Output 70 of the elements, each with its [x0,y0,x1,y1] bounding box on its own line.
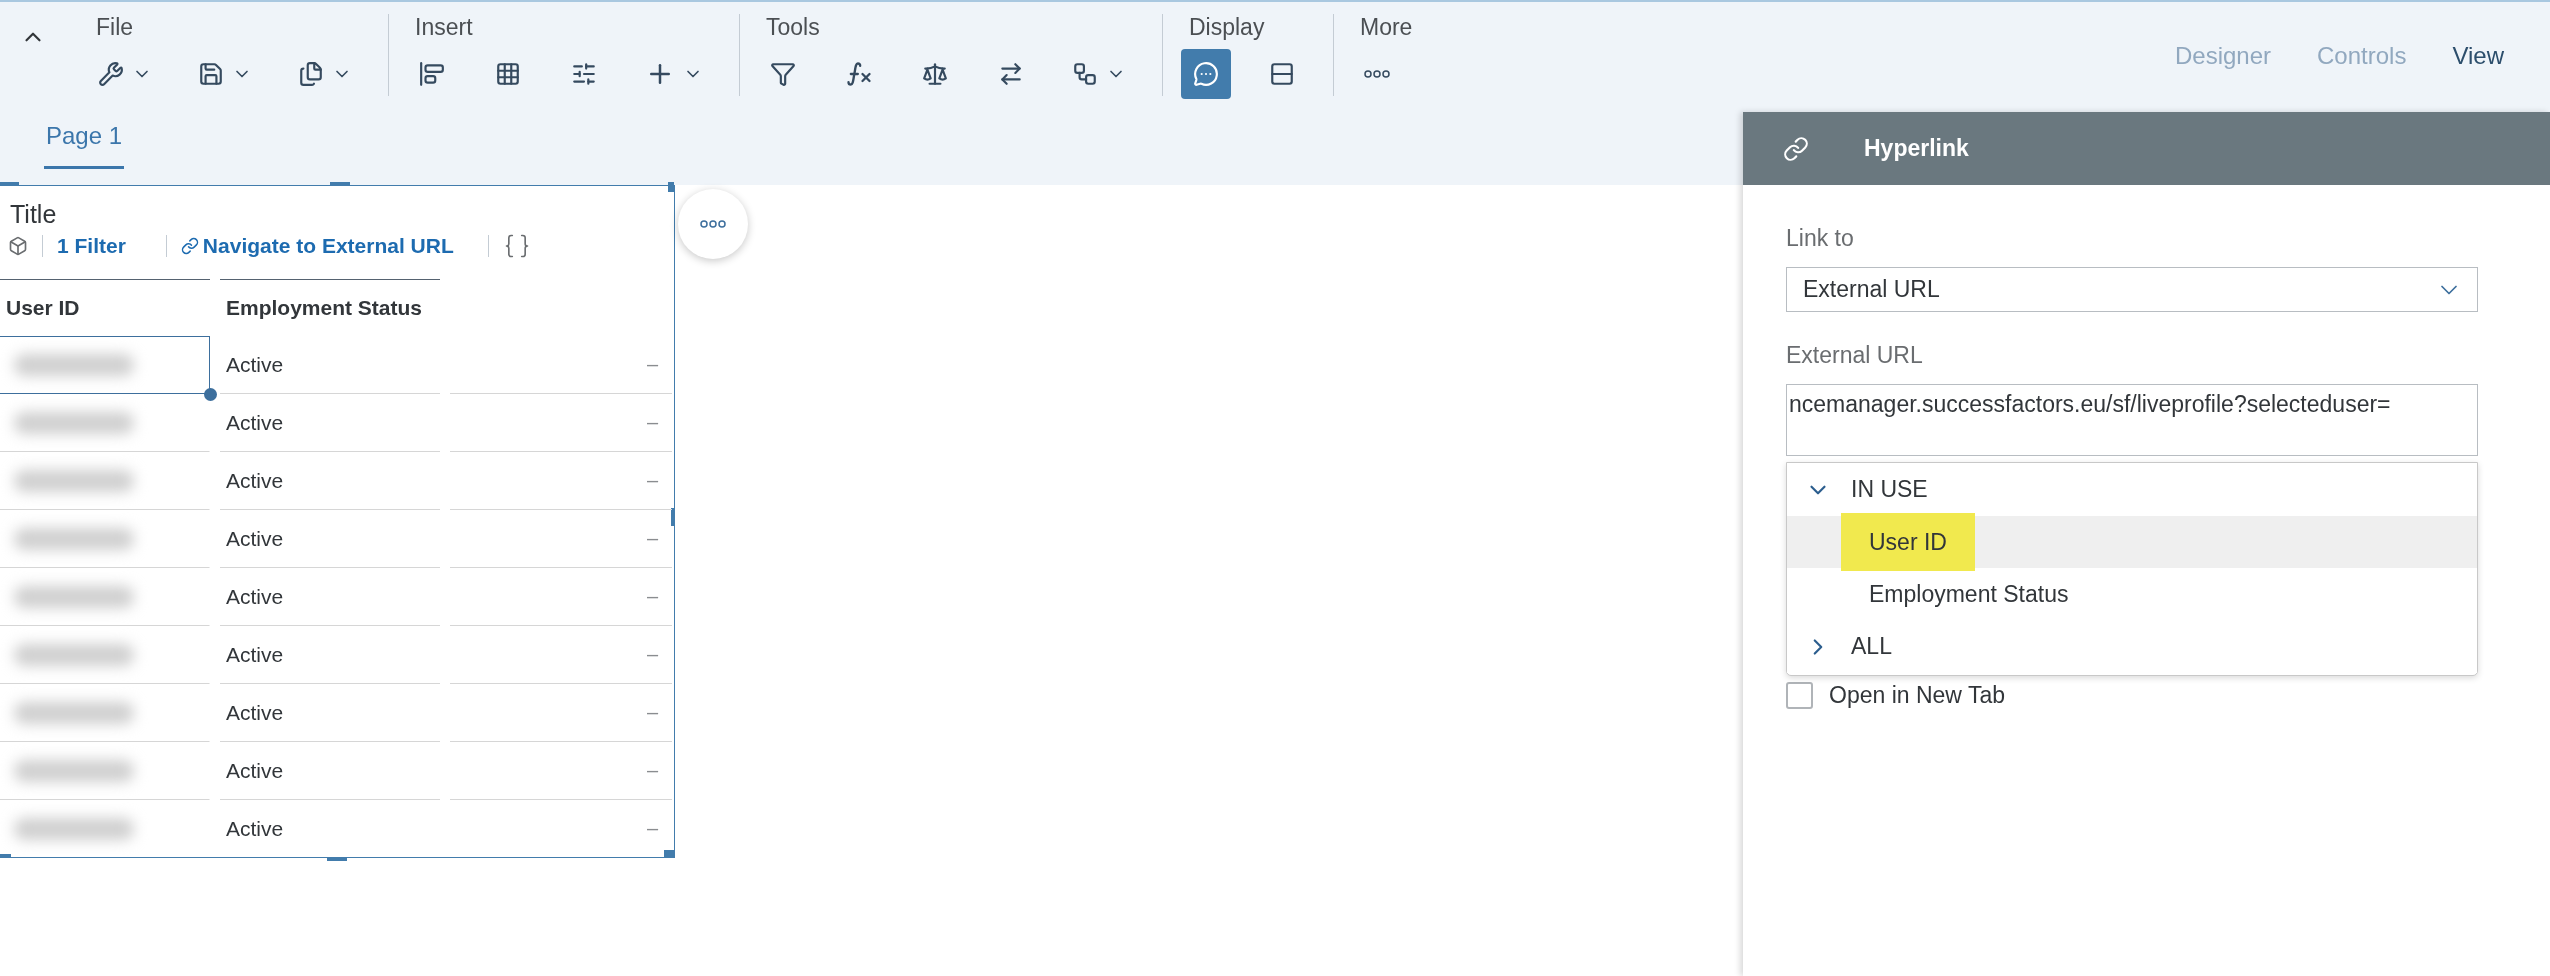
field-label: External URL [1786,342,1924,369]
resize-handle[interactable] [327,857,347,861]
empty-value: – [646,527,659,550]
dropdown-item[interactable]: User ID [1787,516,2477,568]
item-label[interactable]: User ID [1841,513,1975,571]
table-cell: Active [220,742,440,800]
group-row[interactable]: IN USE [1787,463,2477,516]
empty-value: – [646,701,659,724]
dropdown-item[interactable]: Employment Status [1787,568,2477,620]
table-cell: Active [220,336,440,394]
table-cell: Active [220,568,440,626]
resize-handle[interactable] [668,182,674,192]
more-icon [1364,70,1390,78]
checkbox-label: Open in New Tab [1829,682,2005,709]
sliders-icon [571,61,597,87]
mode-tab[interactable]: View [2452,42,2504,70]
split-view-icon [1269,61,1295,87]
group-label: Tools [766,14,821,41]
filter-icon [770,61,796,87]
copy-icon [298,61,324,87]
arrows-icon [998,61,1024,87]
table-cell-text: Active [225,815,285,842]
empty-value: – [646,411,659,434]
group-row[interactable]: ALL [1787,620,2477,673]
table-cell: Active [220,684,440,742]
empty-value: – [646,585,659,608]
empty-value: – [646,353,659,376]
group-label: File [96,14,135,41]
table-cell: Active [220,510,440,568]
more-icon [700,220,726,228]
comment-toggle-button[interactable] [1181,49,1231,99]
checkbox[interactable] [1786,682,1813,709]
panel-title: Hyperlink [1864,135,1969,162]
table-cell: Active [220,626,440,684]
empty-value: – [646,759,659,782]
bar-chart-icon [419,61,445,87]
group-label: Display [1189,14,1266,41]
empty-value: – [646,817,659,840]
link-icon [1783,135,1809,162]
resize-handle[interactable] [0,854,11,858]
table-cell: Active [220,394,440,452]
empty-value: – [646,643,659,666]
table-cell[interactable] [0,336,210,394]
filter-link[interactable]: 1 Filter [57,234,126,258]
selection-handle[interactable] [204,388,217,401]
group-label: More [1360,14,1413,41]
cube-icon [8,236,28,256]
column-header: User ID [0,279,210,336]
page-tab[interactable]: Page 1 [44,112,125,169]
link-icon [180,237,199,255]
hyperlink-link[interactable]: Navigate to External URL [180,234,454,258]
field-label: Link to [1786,225,1855,252]
scale-icon [922,61,948,87]
resize-handle[interactable] [0,182,19,186]
resize-handle[interactable] [671,508,675,526]
group-label: Insert [415,14,474,41]
connected-nodes-icon [1072,61,1098,87]
column-header: Employment Status [220,279,440,336]
url-input-field[interactable]: ncemanager.successfactors.eu/sf/liveprofile?selecteduser= [1786,384,2478,456]
widget-title: Title [9,200,58,229]
wrench-icon [98,61,124,87]
comment-icon [1193,61,1219,87]
resize-handle[interactable] [664,850,674,858]
function-icon [845,60,873,88]
save-icon [198,61,224,87]
table-cell: Active [220,452,440,510]
resize-handle[interactable] [330,182,350,186]
link-to-select[interactable]: External URL [1786,267,2478,312]
empty-value: – [646,469,659,492]
table-icon [495,61,521,87]
